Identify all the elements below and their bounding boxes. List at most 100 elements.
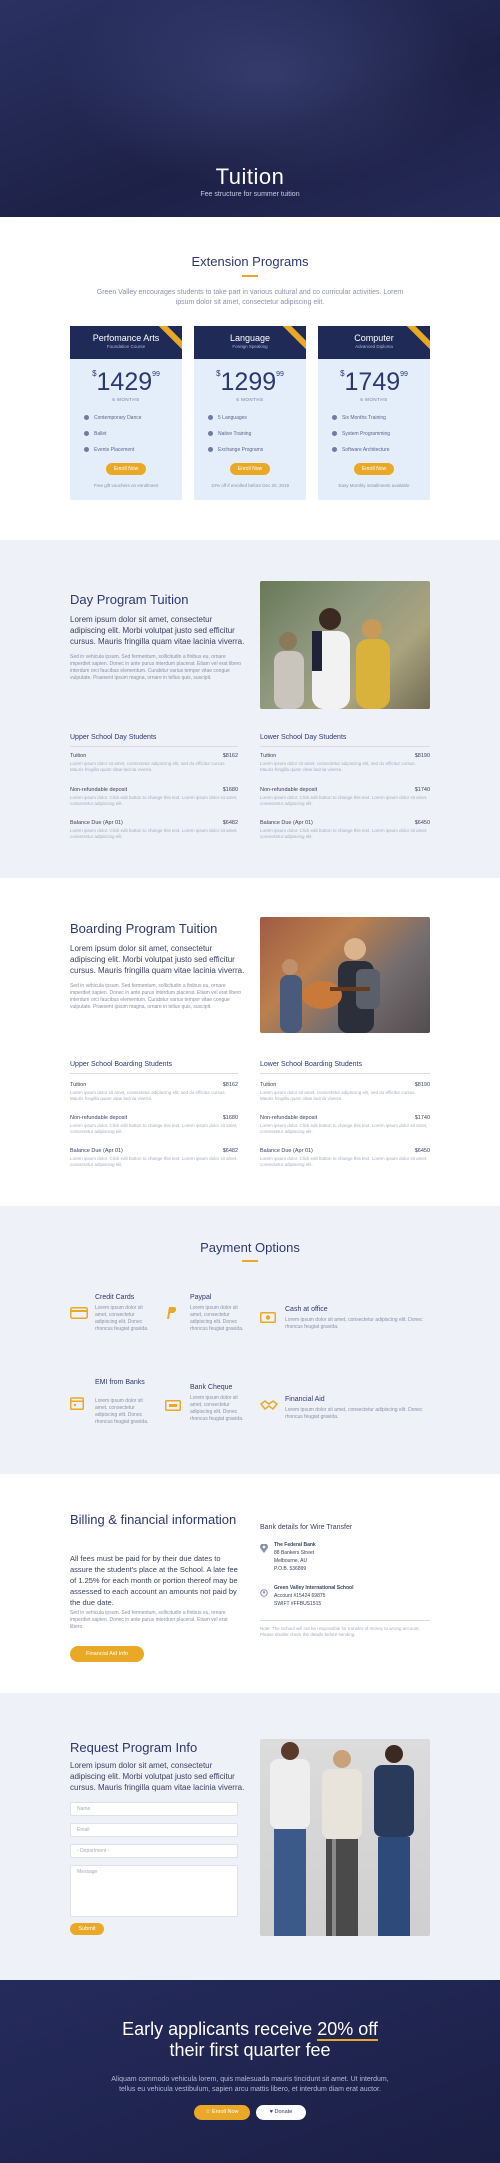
cta-body: Aliquam commodo vehicula lorem, quis mal… bbox=[111, 2076, 389, 2093]
submit-button[interactable]: Submit bbox=[70, 1923, 104, 1935]
location-icon bbox=[260, 1540, 268, 1553]
fee-amount: $1740 bbox=[414, 1115, 430, 1121]
paypal-icon bbox=[165, 1306, 177, 1320]
card-feature: Native Training bbox=[207, 431, 252, 437]
guitar-student-photo bbox=[260, 917, 430, 1033]
fee-label: Balance Due (Apr 01) bbox=[260, 1148, 313, 1154]
fee-label: Tuition bbox=[70, 753, 87, 759]
cta-highlight: 20% off bbox=[317, 2019, 378, 2041]
card-price: $142999 bbox=[92, 368, 160, 396]
message-field[interactable]: Message bbox=[70, 1865, 238, 1917]
title-underline bbox=[242, 275, 258, 277]
card-feature: Exchange Programs bbox=[207, 447, 264, 453]
boarding-title: Boarding Program Tuition bbox=[70, 921, 218, 936]
hero-title: Tuition bbox=[215, 164, 285, 189]
department-select[interactable]: - Department - bbox=[70, 1844, 238, 1858]
cta-donate-button[interactable]: ♥ Donate bbox=[256, 2105, 306, 2120]
card-feature: Events Placement bbox=[83, 447, 135, 453]
fee-amount: $6450 bbox=[414, 820, 430, 826]
enroll-button[interactable]: Enroll Now bbox=[106, 463, 146, 475]
name-field[interactable]: Name bbox=[70, 1802, 238, 1816]
fee-label: Balance Due (Apr 01) bbox=[70, 820, 123, 826]
fee-label: Non-refundable deposit bbox=[70, 1115, 128, 1121]
billing-note: Note: The School will not be responsible… bbox=[260, 1626, 420, 1637]
card-note: 10% off if enrolled before Dec 20, 2019 bbox=[211, 483, 289, 488]
day-title: Day Program Tuition bbox=[70, 592, 189, 607]
fee-label: Balance Due (Apr 01) bbox=[260, 820, 313, 826]
upper-boarding-title: Upper School Boarding Students bbox=[70, 1061, 172, 1068]
request-lead: Lorem ipsum dolor sit amet, consectetur … bbox=[70, 1761, 245, 1792]
fee-amount: $1680 bbox=[222, 1115, 238, 1121]
billing-body: Sed in vehicula ipsum. Sed fermentum, so… bbox=[70, 1610, 228, 1630]
card-feature: Ballet bbox=[84, 431, 107, 437]
financial-aid-info-button[interactable]: Financial Aid Info bbox=[70, 1646, 144, 1662]
cta-line2: their first quarter fee bbox=[169, 2040, 331, 2060]
fee-label: Balance Due (Apr 01) bbox=[70, 1148, 123, 1154]
bank-address: The Federal Bank 88 Bankers Street Melbo… bbox=[274, 1542, 316, 1572]
wire-transfer-title: Bank details for Wire Transfer bbox=[260, 1524, 353, 1531]
card-name: Language bbox=[229, 333, 271, 343]
fee-desc: Lorem ipsum dolor. Click edit button to … bbox=[70, 795, 238, 806]
fee-desc: Lorem ipsum dolor sit amet, consectetur … bbox=[260, 1090, 416, 1101]
fee-desc: Lorem ipsum dolor. Click edit button to … bbox=[70, 828, 238, 839]
lower-boarding-title: Lower School Boarding Students bbox=[260, 1061, 362, 1068]
hero-subtitle: Fee structure for summer tuition bbox=[200, 191, 300, 198]
credit-card-icon bbox=[70, 1306, 88, 1319]
students-phones-photo bbox=[260, 1739, 430, 1936]
fee-desc: Lorem ipsum dolor. Click edit button to … bbox=[260, 1123, 428, 1134]
account-details: Green Valley International School Accoun… bbox=[274, 1585, 354, 1607]
fee-amount: $8190 bbox=[414, 753, 430, 759]
extension-title: Extension Programs bbox=[191, 254, 309, 269]
fee-desc: Lorem ipsum dolor. Click edit button to … bbox=[260, 1156, 428, 1167]
billing-lead: All fees must be paid for by their due d… bbox=[70, 1554, 238, 1607]
fee-desc: Lorem ipsum dolor. Click edit button to … bbox=[70, 1123, 238, 1134]
fee-amount: $6482 bbox=[222, 820, 238, 826]
payment-title-paypal: Paypal bbox=[190, 1294, 212, 1301]
payment-title-cheque: Bank Cheque bbox=[190, 1384, 233, 1391]
fee-label: Non-refundable deposit bbox=[260, 787, 318, 793]
fee-label: Non-refundable deposit bbox=[70, 787, 128, 793]
extension-intro: Green Valley encourages students to take… bbox=[96, 289, 404, 306]
payment-desc: Lorem ipsum dolor sit amet, consectetur … bbox=[285, 1317, 423, 1330]
day-lead: Lorem ipsum dolor sit amet, consectetur … bbox=[70, 615, 245, 646]
fee-amount: $6450 bbox=[414, 1148, 430, 1154]
card-subtitle: Foreign Speaking bbox=[232, 344, 268, 349]
email-field[interactable]: Email bbox=[70, 1823, 238, 1837]
enroll-button[interactable]: Enroll Now bbox=[230, 463, 270, 475]
fee-desc: Lorem ipsum dolor. Click edit button to … bbox=[260, 795, 428, 806]
payment-title: Payment Options bbox=[200, 1240, 300, 1255]
fee-desc: Lorem ipsum dolor. Click edit button to … bbox=[70, 1156, 238, 1167]
payment-title-emi: EMI from Banks bbox=[95, 1379, 145, 1386]
fee-label: Tuition bbox=[260, 753, 277, 759]
card-feature: 5 Languages bbox=[208, 415, 247, 421]
fee-label: Tuition bbox=[70, 1082, 87, 1088]
fee-desc: Lorem ipsum dolor sit amet, consectetur … bbox=[260, 761, 416, 772]
cta-enroll-button[interactable]: ☆ Enroll Now bbox=[194, 2105, 250, 2120]
fee-desc: Lorem ipsum dolor sit amet, consectetur … bbox=[70, 1090, 226, 1101]
card-name: Computer bbox=[354, 333, 394, 343]
fee-label: Non-refundable deposit bbox=[260, 1115, 318, 1121]
fee-desc: Lorem ipsum dolor. Click edit button to … bbox=[260, 828, 428, 839]
calendar-icon bbox=[70, 1396, 84, 1410]
payment-desc: Lorem ipsum dolor sit amet, consectetur … bbox=[95, 1398, 149, 1425]
day-body: Sed in vehicula ipsum. Sed fermentum, so… bbox=[70, 654, 242, 681]
handshake-icon bbox=[259, 1398, 279, 1411]
card-name: Perfomance Arts bbox=[92, 333, 160, 343]
fee-amount: $8162 bbox=[222, 753, 238, 759]
cheque-icon bbox=[165, 1398, 181, 1411]
card-note: Easy Monthly installments available bbox=[338, 483, 410, 488]
card-subtitle: Advanced Diploma bbox=[355, 344, 393, 349]
divider bbox=[260, 1620, 430, 1621]
fee-amount: $6482 bbox=[222, 1148, 238, 1154]
boarding-lead: Lorem ipsum dolor sit amet, consectetur … bbox=[70, 944, 245, 975]
pricing-card-computer: Computer Advanced Diploma $174999 6 MONT… bbox=[318, 326, 430, 500]
divider bbox=[70, 1073, 238, 1074]
fee-desc: Lorem ipsum dolor sit amet, consectetur … bbox=[70, 761, 226, 772]
payment-title-credit-cards: Credit Cards bbox=[95, 1294, 135, 1301]
enroll-button[interactable]: Enroll Now bbox=[354, 463, 394, 475]
divider bbox=[70, 746, 238, 747]
card-feature: System Programming bbox=[331, 431, 391, 437]
upper-day-title: Upper School Day Students bbox=[70, 734, 157, 741]
cta-line1: Early applicants receive 20% off bbox=[122, 2019, 378, 2041]
card-feature: Six Months Training bbox=[332, 415, 386, 421]
